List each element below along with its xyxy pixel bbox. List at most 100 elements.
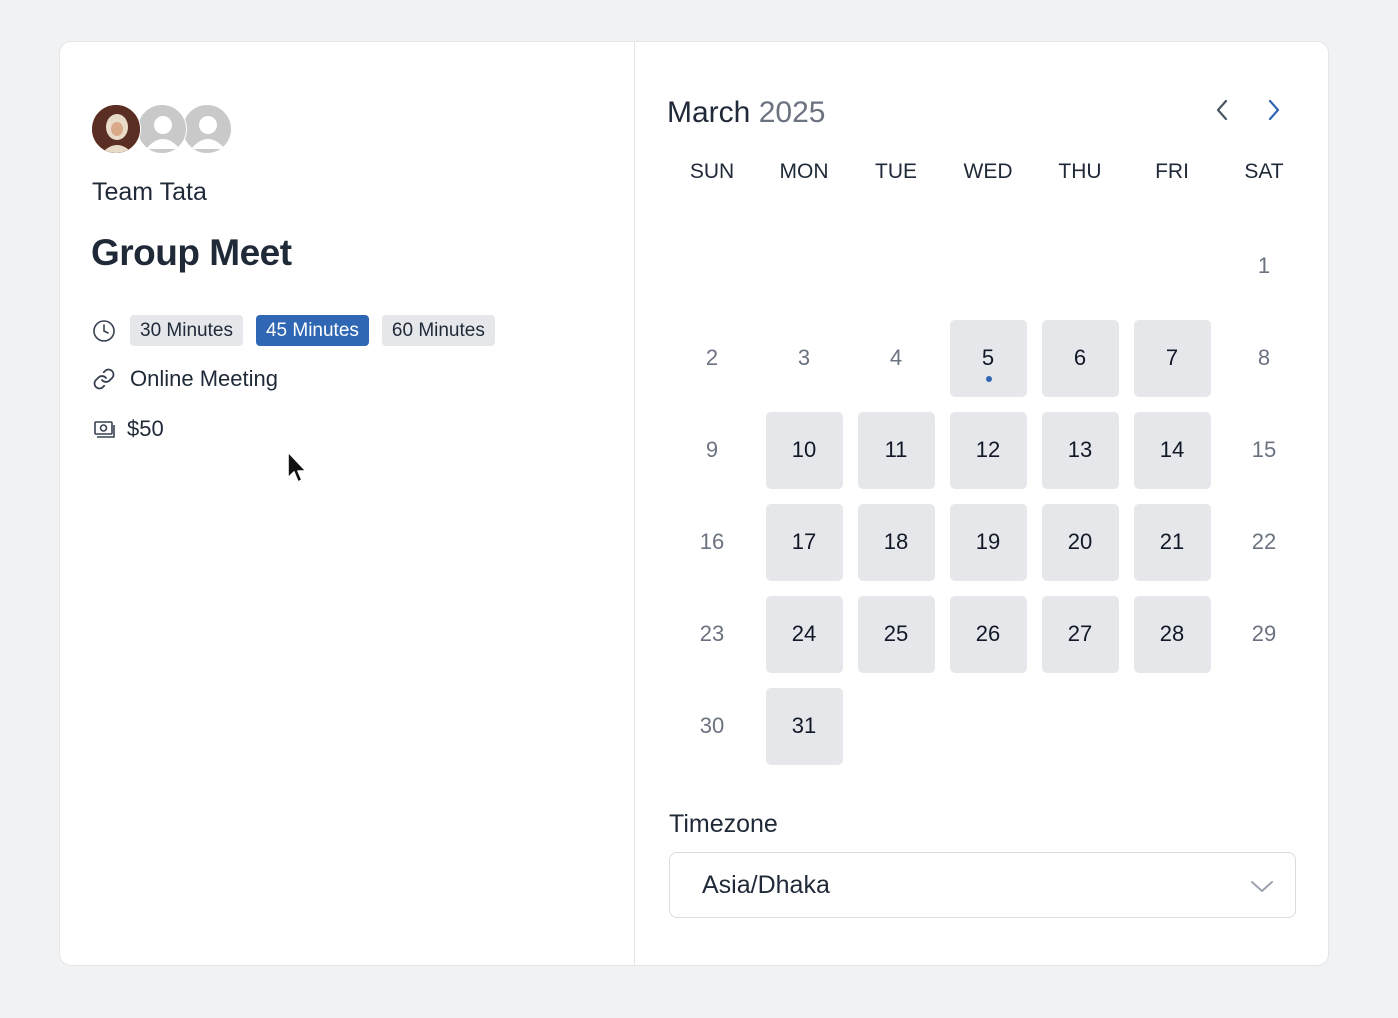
calendar-day[interactable]: 6 xyxy=(1034,312,1126,404)
calendar-day[interactable]: 20 xyxy=(1034,496,1126,588)
calendar-day-empty xyxy=(1126,220,1218,312)
calendar-day[interactable]: 24 xyxy=(758,588,850,680)
calendar-day-number: 16 xyxy=(699,529,725,554)
team-avatars xyxy=(91,104,251,156)
duration-option-60[interactable]: 60 Minutes xyxy=(381,315,495,346)
calendar-day-number: 17 xyxy=(791,529,817,554)
duration-row: 30 Minutes 45 Minutes 60 Minutes xyxy=(91,315,508,346)
calendar-day-empty xyxy=(758,220,850,312)
location-text: Online Meeting xyxy=(130,366,278,391)
month-name: March xyxy=(667,96,751,129)
month-year: 2025 xyxy=(758,96,826,129)
calendar-day: 1 xyxy=(1218,220,1310,312)
timezone-select[interactable]: Asia/Dhaka xyxy=(669,852,1296,918)
weekday-label: MON xyxy=(779,160,829,183)
calendar-day: 16 xyxy=(666,496,758,588)
calendar-day: 30 xyxy=(666,680,758,772)
calendar-day-number: 13 xyxy=(1067,437,1093,462)
calendar-day-number: 6 xyxy=(1073,345,1087,370)
calendar-day-number: 30 xyxy=(699,713,725,738)
calendar-day[interactable]: 5 xyxy=(942,312,1034,404)
calendar-day-number: 20 xyxy=(1067,529,1093,554)
calendar-day-number: 27 xyxy=(1067,621,1093,646)
calendar-day[interactable]: 7 xyxy=(1126,312,1218,404)
duration-options: 30 Minutes 45 Minutes 60 Minutes xyxy=(130,315,508,346)
avatar-placeholder xyxy=(182,104,232,154)
avatar-placeholder xyxy=(137,104,187,154)
weekday-label: FRI xyxy=(1155,160,1189,183)
calendar-days-grid: 1 2 3 4 5 6 7 8 9 10 11 12 13 14 15 16 17 18 19 20 21 22 23 24 2… xyxy=(666,220,1310,772)
weekday-label: THU xyxy=(1058,160,1102,183)
calendar-day: 22 xyxy=(1218,496,1310,588)
calendar-day-number: 3 xyxy=(797,345,811,370)
calendar-day-number: 4 xyxy=(889,345,903,370)
calendar-day[interactable]: 11 xyxy=(850,404,942,496)
calendar-day[interactable]: 18 xyxy=(850,496,942,588)
link-icon xyxy=(91,366,117,392)
calendar-day-number: 15 xyxy=(1251,437,1277,462)
event-title: Group Meet xyxy=(91,232,292,273)
calendar-day-number: 9 xyxy=(705,437,719,462)
calendar-day-empty xyxy=(850,220,942,312)
calendar-day-number: 22 xyxy=(1251,529,1277,554)
timezone-label: Timezone xyxy=(669,810,778,838)
weekday-header: SUN MON TUE WED THU FRI SAT xyxy=(666,156,1310,188)
calendar-day-number: 25 xyxy=(883,621,909,646)
timezone-value: Asia/Dhaka xyxy=(702,870,830,899)
calendar-day-number: 31 xyxy=(791,713,817,738)
calendar-day[interactable]: 25 xyxy=(850,588,942,680)
calendar-day[interactable]: 12 xyxy=(942,404,1034,496)
calendar-day[interactable]: 28 xyxy=(1126,588,1218,680)
calendar-day: 23 xyxy=(666,588,758,680)
calendar-day-number: 29 xyxy=(1251,621,1277,646)
calendar-panel: March 2025 SUN MON TUE WED THU FRI SAT 1… xyxy=(635,42,1328,965)
calendar-day: 29 xyxy=(1218,588,1310,680)
month-title: March 2025 xyxy=(667,96,825,130)
clock-icon xyxy=(91,318,117,344)
event-details-panel: Team Tata Group Meet 30 Minutes 45 Minut… xyxy=(60,42,635,965)
weekday-label: SAT xyxy=(1244,160,1284,183)
calendar-day: 9 xyxy=(666,404,758,496)
calendar-day-number: 1 xyxy=(1257,253,1271,278)
weekday-label: TUE xyxy=(875,160,917,183)
duration-option-30[interactable]: 30 Minutes xyxy=(130,315,243,346)
weekday-label: SUN xyxy=(689,160,735,183)
calendar-day-number: 8 xyxy=(1257,345,1271,370)
calendar-day: 3 xyxy=(758,312,850,404)
calendar-day[interactable]: 14 xyxy=(1126,404,1218,496)
calendar-day: 8 xyxy=(1218,312,1310,404)
calendar-day-number: 7 xyxy=(1165,345,1179,370)
calendar-day[interactable]: 10 xyxy=(758,404,850,496)
calendar-day: 4 xyxy=(850,312,942,404)
prev-month-button[interactable] xyxy=(1207,94,1239,126)
calendar-day: 15 xyxy=(1218,404,1310,496)
next-month-button[interactable] xyxy=(1257,94,1289,126)
avatar xyxy=(91,104,141,154)
chevron-down-icon xyxy=(1251,881,1273,892)
calendar-day-number: 18 xyxy=(883,529,909,554)
location-row: Online Meeting xyxy=(91,366,278,392)
calendar-day[interactable]: 26 xyxy=(942,588,1034,680)
calendar-day-number: 21 xyxy=(1159,529,1185,554)
calendar-day[interactable]: 19 xyxy=(942,496,1034,588)
calendar-day-number: 11 xyxy=(884,437,908,462)
calendar-day[interactable]: 27 xyxy=(1034,588,1126,680)
price-text: $50 xyxy=(127,416,164,441)
calendar-day[interactable]: 17 xyxy=(758,496,850,588)
team-name: Team Tata xyxy=(92,178,207,206)
mouse-cursor-icon xyxy=(287,451,307,483)
calendar-day[interactable]: 31 xyxy=(758,680,850,772)
today-indicator-dot xyxy=(986,376,992,382)
calendar-day[interactable]: 21 xyxy=(1126,496,1218,588)
calendar-day-number: 5 xyxy=(981,345,995,370)
money-icon xyxy=(91,416,117,442)
duration-option-45[interactable]: 45 Minutes xyxy=(255,315,369,346)
calendar-day[interactable]: 13 xyxy=(1034,404,1126,496)
weekday-label: WED xyxy=(963,160,1013,183)
calendar-day-number: 12 xyxy=(975,437,1001,462)
calendar-day-empty xyxy=(666,220,758,312)
calendar-day-number: 23 xyxy=(699,621,725,646)
calendar-day-number: 14 xyxy=(1159,437,1185,462)
calendar-day-number: 2 xyxy=(705,345,719,370)
price-row: $50 xyxy=(91,416,164,442)
